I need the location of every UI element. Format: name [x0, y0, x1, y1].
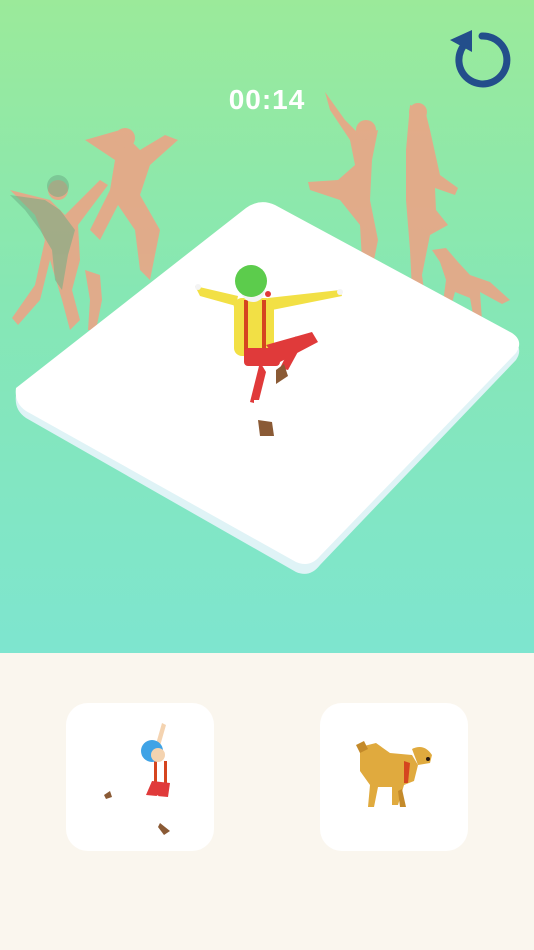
- dog-figure: [356, 741, 432, 807]
- ballerina-figure: [104, 723, 170, 835]
- timer-display: 00:14: [228, 84, 306, 115]
- dog-pose-card[interactable]: [320, 703, 468, 851]
- restart-icon: [450, 30, 511, 88]
- ballerina-pose-card[interactable]: [66, 703, 214, 851]
- restart-button[interactable]: [446, 24, 514, 88]
- game-scene: 00:14: [0, 0, 534, 653]
